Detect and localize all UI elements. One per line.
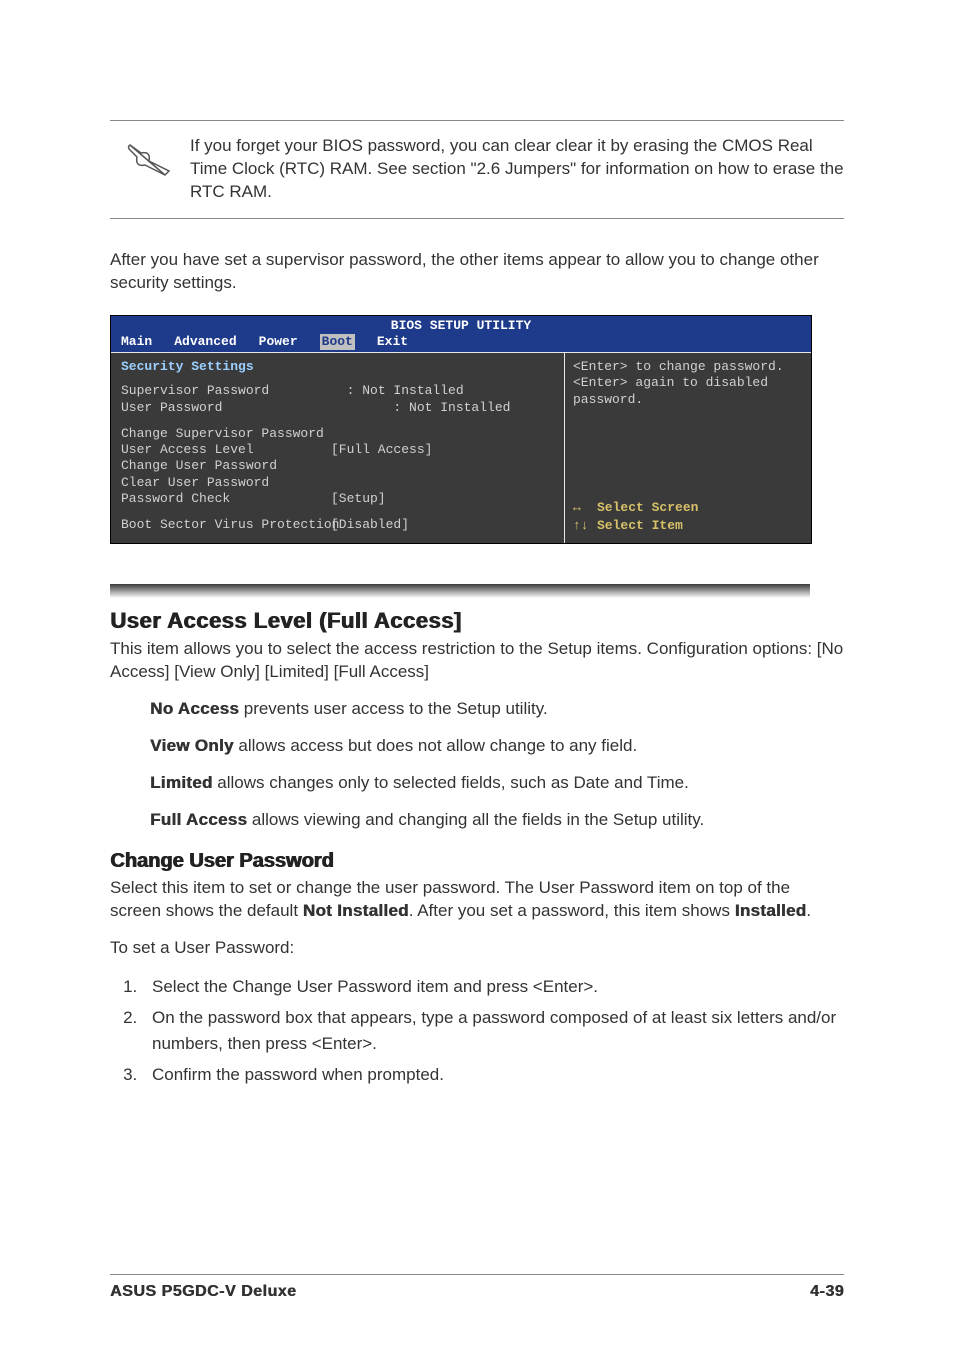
bios-section-title: Security Settings: [121, 359, 554, 375]
bios-title: BIOS SETUP UTILITY: [111, 316, 811, 334]
bios-menu-main[interactable]: Main: [121, 334, 152, 350]
intro-paragraph: After you have set a supervisor password…: [110, 249, 844, 295]
ual-body: This item allows you to select the acces…: [110, 638, 844, 684]
cup-lead: To set a User Password:: [110, 937, 844, 960]
pencil-note-icon: [110, 135, 190, 185]
cup-step-3: Confirm the password when prompted.: [142, 1062, 844, 1088]
bios-row-supervisor: Supervisor Password : Not Installed: [121, 383, 554, 399]
bios-item-password-check[interactable]: Password Check[Setup]: [121, 491, 554, 507]
cup-step-1: Select the Change User Password item and…: [142, 974, 844, 1000]
bios-help-text: <Enter> to change password. <Enter> agai…: [573, 359, 803, 408]
bios-item-clear-user[interactable]: Clear User Password: [121, 475, 554, 491]
bios-item-user-access-level[interactable]: User Access Level[Full Access]: [121, 442, 554, 458]
bios-item-change-user[interactable]: Change User Password: [121, 458, 554, 474]
bios-item-change-supervisor[interactable]: Change Supervisor Password: [121, 426, 554, 442]
heading-change-user-password: Change User Password: [110, 850, 844, 873]
bios-menu-boot[interactable]: Boot: [320, 334, 355, 350]
footer-page-number: 4-39: [810, 1283, 844, 1301]
ual-option-no-access: No Access prevents user access to the Se…: [150, 698, 844, 721]
note-text: If you forget your BIOS password, you ca…: [190, 135, 844, 204]
ual-option-limited: Limited allows changes only to selected …: [150, 772, 844, 795]
bios-menu-exit[interactable]: Exit: [377, 334, 408, 350]
bios-nav-select-screen: ↔Select Screen: [573, 500, 803, 516]
bios-menu: Main Advanced Power Boot Exit: [111, 334, 811, 352]
bios-nav-select-item: ↑↓Select Item: [573, 518, 803, 534]
note-block: If you forget your BIOS password, you ca…: [110, 120, 844, 219]
bios-row-user: User Password : Not Installed: [121, 400, 554, 416]
heading-user-access-level: User Access Level (Full Access]: [110, 608, 844, 634]
cup-step-2: On the password box that appears, type a…: [142, 1005, 844, 1056]
bios-menu-power[interactable]: Power: [259, 334, 298, 350]
ual-option-full-access: Full Access allows viewing and changing …: [150, 809, 844, 832]
ual-option-view-only: View Only allows access but does not all…: [150, 735, 844, 758]
footer-product: ASUS P5GDC-V Deluxe: [110, 1283, 296, 1301]
bios-menu-advanced[interactable]: Advanced: [174, 334, 236, 350]
cup-steps: Select the Change User Password item and…: [110, 974, 844, 1088]
cup-body: Select this item to set or change the us…: [110, 877, 844, 923]
bios-item-boot-sector[interactable]: Boot Sector Virus Protection[Disabled]: [121, 517, 554, 533]
bios-right-pane: <Enter> to change password. <Enter> agai…: [565, 353, 811, 543]
page-footer: ASUS P5GDC-V Deluxe 4-39: [110, 1274, 844, 1301]
bios-panel: BIOS SETUP UTILITY Main Advanced Power B…: [110, 315, 812, 545]
bios-left-pane: Security Settings Supervisor Password : …: [111, 353, 565, 543]
